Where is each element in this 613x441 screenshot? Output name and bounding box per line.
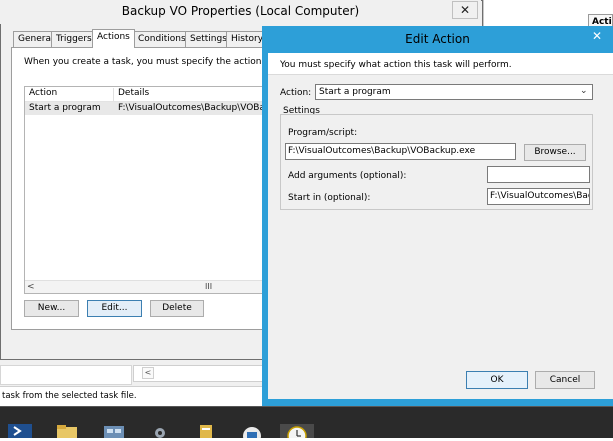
new-button[interactable]: New...: [24, 300, 79, 317]
action-label: Action:: [280, 88, 312, 98]
chevron-down-icon[interactable]: ⌄: [580, 86, 588, 96]
program-script-label: Program/script:: [288, 128, 358, 138]
actions-list[interactable]: [24, 86, 266, 294]
action-select[interactable]: Start a program: [315, 84, 593, 100]
properties-window-title: Backup VO Properties (Local Computer): [0, 0, 481, 24]
server-manager-icon[interactable]: [102, 424, 126, 438]
delete-button[interactable]: Delete: [150, 300, 204, 317]
start-in-input[interactable]: F:\VisualOutcomes\Back: [487, 188, 590, 205]
scroll-thumb-grip-icon[interactable]: III: [205, 282, 212, 291]
tab-conditions[interactable]: Conditions: [133, 31, 191, 47]
list-horizontal-scrollbar[interactable]: [25, 280, 265, 293]
status-text: task from the selected task file.: [0, 386, 270, 406]
ok-button[interactable]: OK: [466, 371, 528, 389]
scroll-left-icon[interactable]: <: [142, 367, 154, 379]
settings-icon[interactable]: [148, 424, 172, 438]
add-arguments-input[interactable]: [487, 166, 590, 183]
browse-button[interactable]: Browse...: [524, 144, 586, 161]
add-arguments-label: Add arguments (optional):: [288, 171, 407, 181]
files-icon[interactable]: [194, 424, 218, 438]
scroll-left-icon[interactable]: <: [27, 282, 35, 292]
edit-action-title: Edit Action: [405, 32, 470, 46]
edit-button[interactable]: Edit...: [87, 300, 142, 317]
column-header-details[interactable]: Details: [114, 88, 264, 102]
background-list-strip: [0, 365, 132, 385]
cell-details: F:\VisualOutcomes\Backup\VOBackup: [118, 103, 264, 113]
tab-actions[interactable]: Actions: [92, 29, 135, 48]
cell-action: Start a program: [29, 103, 101, 113]
start-in-label: Start in (optional):: [288, 193, 371, 203]
actions-instruction-text: When you create a task, you must specify…: [24, 57, 264, 67]
tab-settings[interactable]: Settings: [185, 31, 232, 47]
file-explorer-icon[interactable]: [55, 424, 79, 438]
edit-action-body: [268, 53, 613, 399]
edit-action-instruction: You must specify what action this task w…: [280, 60, 512, 70]
properties-close-button[interactable]: ✕: [452, 1, 478, 19]
cancel-button[interactable]: Cancel: [535, 371, 595, 389]
column-header-action[interactable]: Action: [25, 88, 114, 102]
program-script-input[interactable]: F:\VisualOutcomes\Backup\VOBackup.exe: [285, 143, 516, 160]
vm-icon[interactable]: [240, 424, 264, 441]
tab-triggers[interactable]: Triggers: [51, 31, 97, 47]
edit-action-close-button[interactable]: ✕: [584, 28, 610, 46]
powershell-icon[interactable]: [8, 424, 32, 438]
task-scheduler-icon[interactable]: [280, 424, 314, 441]
